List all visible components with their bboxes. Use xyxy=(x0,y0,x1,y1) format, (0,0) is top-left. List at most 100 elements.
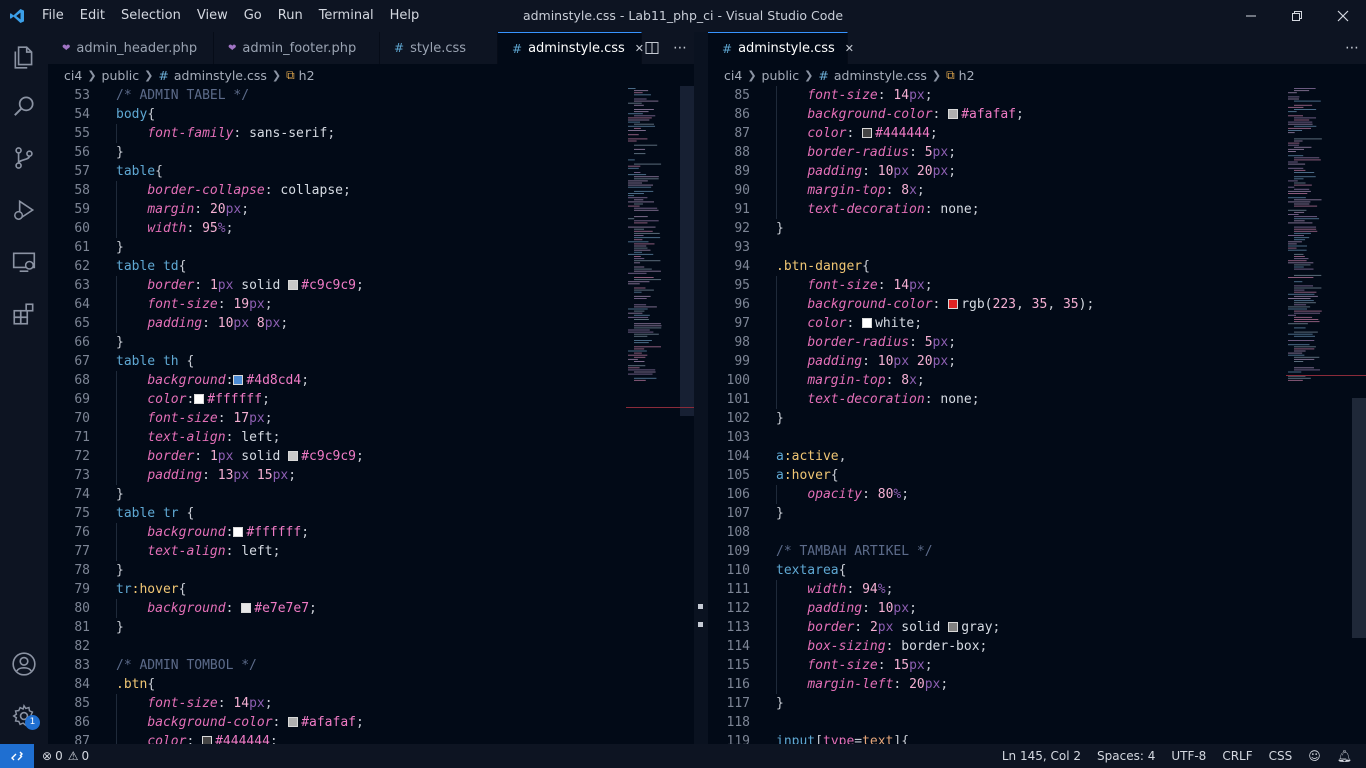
color-swatch[interactable] xyxy=(241,603,252,613)
minimap-line xyxy=(1294,125,1317,127)
close-window-button[interactable] xyxy=(1320,0,1366,32)
editor-split-sash[interactable] xyxy=(694,32,708,744)
explorer-button[interactable] xyxy=(0,32,48,84)
color-swatch[interactable] xyxy=(862,128,873,138)
tab-admin-footer-php[interactable]: ❤ admin_footer.php xyxy=(214,32,380,64)
color-swatch[interactable] xyxy=(288,451,299,461)
breadcrumb-item[interactable]: public xyxy=(762,68,800,83)
menu-terminal[interactable]: Terminal xyxy=(311,0,382,32)
color-swatch[interactable] xyxy=(202,736,213,744)
breadcrumb-item[interactable]: ci4 xyxy=(724,68,742,83)
code-token: { xyxy=(147,677,156,692)
code-editor-right[interactable]: 85 font-size: 14px; 86 background-color: … xyxy=(708,86,1366,744)
split-editor-button[interactable] xyxy=(638,32,666,64)
code-token: ; xyxy=(280,316,289,331)
minimize-button[interactable] xyxy=(1228,0,1274,32)
line-number: 63 xyxy=(74,278,90,293)
scrollbar-left[interactable] xyxy=(680,86,694,416)
close-tab-icon[interactable]: ✕ xyxy=(845,42,854,55)
menu-edit[interactable]: Edit xyxy=(72,0,113,32)
tab-label: style.css xyxy=(410,40,467,56)
tab-admin-header-php[interactable]: ❤ admin_header.php xyxy=(48,32,214,64)
code-line: 63 border: 1px solid #c9c9c9; xyxy=(48,276,694,295)
minimap-line xyxy=(634,258,645,260)
color-swatch[interactable] xyxy=(862,318,873,328)
code-token: #444444 xyxy=(875,126,930,141)
menu-view[interactable]: View xyxy=(189,0,236,32)
more-actions-button[interactable]: ⋯ xyxy=(1338,32,1366,64)
breadcrumb-item[interactable]: h2 xyxy=(959,68,975,83)
tab-adminstyle-css[interactable]: # adminstyle.css ✕ xyxy=(708,32,854,64)
notifications-button[interactable]: 🔔︎ xyxy=(1329,749,1360,763)
code-line: 100 margin-top: 8x; xyxy=(708,371,1366,390)
color-swatch[interactable] xyxy=(948,622,959,632)
remote-indicator-button[interactable] xyxy=(0,744,34,768)
cursor-position[interactable]: Ln 145, Col 2 xyxy=(994,749,1089,763)
extensions-button[interactable] xyxy=(0,288,48,340)
color-swatch[interactable] xyxy=(194,394,205,404)
code-line: 80 background: #e7e7e7; xyxy=(48,599,694,618)
color-swatch[interactable] xyxy=(233,527,244,537)
breadcrumb-item[interactable]: public xyxy=(102,68,140,83)
code-text: tr:hover{ xyxy=(116,580,186,599)
tab-style-css[interactable]: # style.css xyxy=(380,32,498,64)
menu-run[interactable]: Run xyxy=(270,0,311,32)
color-swatch[interactable] xyxy=(948,299,959,309)
restore-button[interactable] xyxy=(1274,0,1320,32)
accounts-button[interactable] xyxy=(0,638,48,690)
scrollbar-thumb-right[interactable] xyxy=(1352,398,1366,638)
search-button[interactable] xyxy=(0,80,48,132)
code-line: 104 a:active, xyxy=(708,447,1366,466)
menu-help[interactable]: Help xyxy=(382,0,428,32)
color-swatch[interactable] xyxy=(288,717,299,727)
code-token: padding xyxy=(807,601,863,616)
code-token: color xyxy=(147,392,187,407)
color-swatch[interactable] xyxy=(288,280,299,290)
remote-explorer-button[interactable] xyxy=(0,236,48,288)
minimap-line xyxy=(1294,268,1314,270)
breadcrumb-item[interactable]: h2 xyxy=(299,68,315,83)
code-text: font-size: 17px; xyxy=(116,409,272,428)
tab-adminstyle-css[interactable]: # adminstyle.css ✕ xyxy=(498,32,644,64)
code-line: 77 text-align: left; xyxy=(48,542,694,561)
source-control-icon xyxy=(15,147,33,169)
code-token: table th xyxy=(116,354,187,369)
code-token: 15 xyxy=(256,468,273,483)
manage-button[interactable] xyxy=(0,690,48,742)
color-swatch[interactable] xyxy=(233,375,244,385)
code-token: x xyxy=(909,183,917,198)
indentation[interactable]: Spaces: 4 xyxy=(1089,749,1163,763)
color-swatch[interactable] xyxy=(948,109,959,119)
line-number: 91 xyxy=(734,202,750,217)
line-number: 78 xyxy=(74,563,90,578)
line-number: 56 xyxy=(74,145,90,160)
minimap-line xyxy=(634,203,643,205)
code-token: ; xyxy=(301,373,310,388)
end-of-line[interactable]: CRLF xyxy=(1214,749,1260,763)
problems-indicator[interactable]: ⊗ 0 ⚠ 0 xyxy=(34,749,97,763)
language-mode[interactable]: CSS xyxy=(1261,749,1301,763)
encoding[interactable]: UTF-8 xyxy=(1163,749,1214,763)
code-editor-left[interactable]: 53/* ADMIN TABEL */54 body{55 font-family… xyxy=(48,86,694,744)
breadcrumb-item[interactable]: ci4 xyxy=(64,68,82,83)
code-text: font-size: 14px; xyxy=(776,276,932,295)
code-token: } xyxy=(776,221,784,236)
feedback-button[interactable]: ☺ xyxy=(1300,749,1329,763)
menu-go[interactable]: Go xyxy=(236,0,270,32)
ellipsis-icon: ⋯ xyxy=(673,40,687,56)
minimap-line xyxy=(634,289,654,291)
minimap-right[interactable] xyxy=(1286,86,1352,416)
breadcrumb-item[interactable]: adminstyle.css xyxy=(834,68,927,83)
menu-selection[interactable]: Selection xyxy=(113,0,189,32)
code-token: text-decoration xyxy=(807,202,925,217)
code-token: #ffffff xyxy=(207,392,263,407)
menu-file[interactable]: File xyxy=(34,0,72,32)
breadcrumb-item[interactable]: adminstyle.css xyxy=(174,68,267,83)
source-control-button[interactable] xyxy=(0,132,48,184)
line-number: 96 xyxy=(734,297,750,312)
more-actions-button[interactable]: ⋯ xyxy=(666,32,694,64)
code-text: a:hover{ xyxy=(776,466,839,485)
run-debug-button[interactable] xyxy=(0,184,48,236)
